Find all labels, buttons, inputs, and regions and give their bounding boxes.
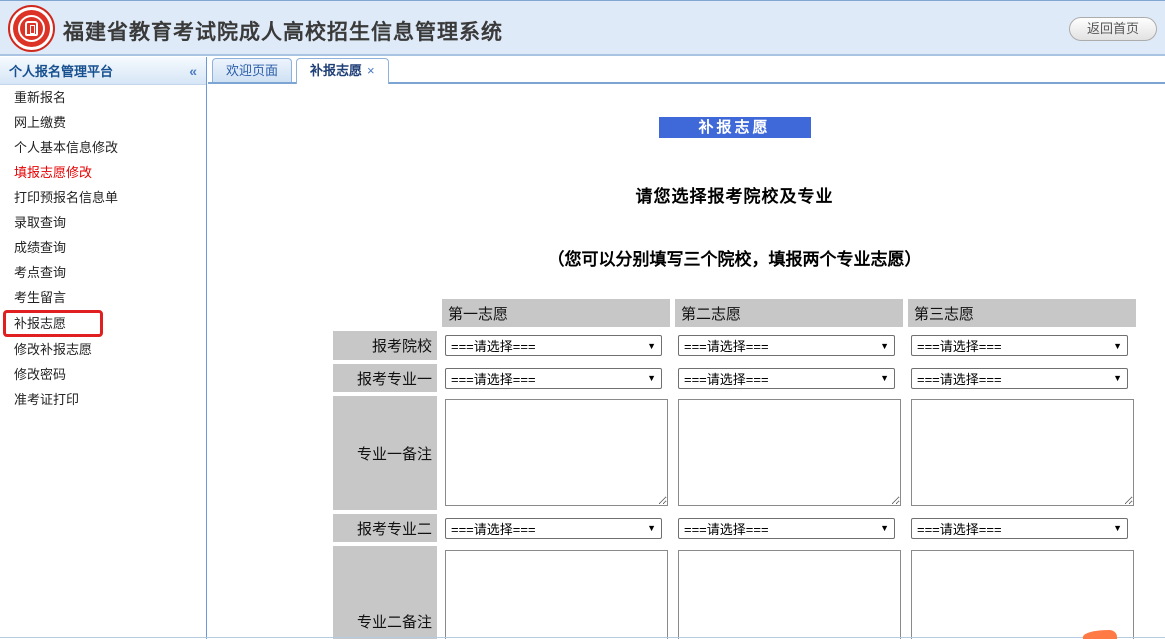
- dropdown-arrow-icon: ▼: [880, 341, 889, 351]
- sidebar-item-reregister[interactable]: 重新报名: [0, 85, 206, 110]
- close-tab-icon[interactable]: ×: [367, 63, 375, 78]
- dropdown-arrow-icon: ▼: [647, 523, 656, 533]
- select-value: ===请选择===: [451, 519, 536, 538]
- select-value: ===请选择===: [917, 336, 1002, 355]
- return-home-button[interactable]: 返回首页: [1069, 17, 1157, 41]
- tab-bar: 欢迎页面 补报志愿 ×: [208, 57, 1165, 84]
- row-label-major2: 报考专业二: [333, 514, 437, 542]
- dropdown-arrow-icon: ▼: [647, 373, 656, 383]
- page-title: 福建省教育考试院成人高校招生信息管理系统: [63, 16, 503, 46]
- sidebar-item-examsite-query[interactable]: 考点查询: [0, 260, 206, 285]
- major2-select-choice-1[interactable]: ===请选择=== ▼: [445, 518, 662, 539]
- dropdown-arrow-icon: ▼: [880, 373, 889, 383]
- tab-welcome-page[interactable]: 欢迎页面: [212, 58, 292, 82]
- dropdown-arrow-icon: ▼: [1113, 373, 1122, 383]
- app-header: 福建省教育考试院成人高校招生信息管理系统 返回首页: [0, 0, 1165, 56]
- major1-remark-textarea-choice-3[interactable]: [911, 399, 1134, 506]
- sidebar-item-edit-supplementary-application[interactable]: 修改补报志愿: [0, 337, 206, 362]
- sidebar-item-change-password[interactable]: 修改密码: [0, 362, 206, 387]
- application-form-table: 第一志愿 第二志愿 第三志愿 报考院校 ===请选择=== ▼ ===请选择===…: [333, 299, 1136, 639]
- row-label-major2-remark: 专业二备注: [333, 546, 437, 639]
- major1-select-choice-1[interactable]: ===请选择=== ▼: [445, 368, 662, 389]
- major2-remark-textarea-choice-3[interactable]: [911, 550, 1134, 639]
- sidebar: 个人报名管理平台 « 重新报名 网上缴费 个人基本信息修改 填报志愿修改 打印预…: [0, 57, 207, 639]
- sidebar-item-print-admission-ticket[interactable]: 准考证打印: [0, 387, 206, 412]
- sidebar-item-print-preregistration-sheet[interactable]: 打印预报名信息单: [0, 185, 206, 210]
- sidebar-menu: 重新报名 网上缴费 个人基本信息修改 填报志愿修改 打印预报名信息单 录取查询 …: [0, 85, 206, 412]
- select-value: ===请选择===: [917, 369, 1002, 388]
- select-value: ===请选择===: [684, 369, 769, 388]
- main-area: 欢迎页面 补报志愿 × 补报志愿 请您选择报考院校及专业 （您可以分别填写三个院校…: [208, 57, 1165, 639]
- form-heading: 请您选择报考院校及专业: [333, 182, 1136, 207]
- major1-remark-textarea-choice-2[interactable]: [678, 399, 901, 506]
- sidebar-title: 个人报名管理平台: [9, 61, 113, 80]
- column-header-second-choice: 第二志愿: [675, 299, 903, 327]
- major2-select-choice-2[interactable]: ===请选择=== ▼: [678, 518, 895, 539]
- sidebar-item-candidate-message[interactable]: 考生留言: [0, 285, 206, 310]
- collapse-sidebar-icon[interactable]: «: [189, 63, 197, 79]
- college-select-choice-1[interactable]: ===请选择=== ▼: [445, 335, 662, 356]
- tab-supplementary-label: 补报志愿: [310, 63, 362, 78]
- tab-welcome-label: 欢迎页面: [226, 63, 278, 78]
- dropdown-arrow-icon: ▼: [647, 341, 656, 351]
- major2-remark-textarea-choice-2[interactable]: [678, 550, 901, 639]
- section-banner: 补报志愿: [659, 117, 811, 138]
- sidebar-item-edit-basic-info[interactable]: 个人基本信息修改: [0, 135, 206, 160]
- dropdown-arrow-icon: ▼: [1113, 341, 1122, 351]
- select-value: ===请选择===: [917, 519, 1002, 538]
- dropdown-arrow-icon: ▼: [1113, 523, 1122, 533]
- major1-remark-textarea-choice-1[interactable]: [445, 399, 668, 506]
- select-value: ===请选择===: [684, 336, 769, 355]
- major2-remark-textarea-choice-1[interactable]: [445, 550, 668, 639]
- column-header-third-choice: 第三志愿: [908, 299, 1136, 327]
- tab-supplementary-application[interactable]: 补报志愿 ×: [296, 58, 389, 84]
- sidebar-item-supplementary-application[interactable]: 补报志愿: [3, 310, 103, 337]
- institution-seal-icon: [8, 5, 55, 52]
- sidebar-item-online-payment[interactable]: 网上缴费: [0, 110, 206, 135]
- select-value: ===请选择===: [451, 336, 536, 355]
- row-label-major1-remark: 专业一备注: [333, 396, 437, 510]
- sidebar-item-edit-application[interactable]: 填报志愿修改: [0, 160, 206, 185]
- major1-select-choice-2[interactable]: ===请选择=== ▼: [678, 368, 895, 389]
- select-value: ===请选择===: [451, 369, 536, 388]
- column-header-first-choice: 第一志愿: [442, 299, 670, 327]
- select-value: ===请选择===: [684, 519, 769, 538]
- row-label-college: 报考院校: [333, 331, 437, 360]
- row-label-major1: 报考专业一: [333, 364, 437, 392]
- major1-select-choice-3[interactable]: ===请选择=== ▼: [911, 368, 1128, 389]
- dropdown-arrow-icon: ▼: [880, 523, 889, 533]
- sidebar-item-admission-query[interactable]: 录取查询: [0, 210, 206, 235]
- sidebar-item-score-query[interactable]: 成绩查询: [0, 235, 206, 260]
- college-select-choice-2[interactable]: ===请选择=== ▼: [678, 335, 895, 356]
- window-bottom-edge: [0, 637, 1165, 638]
- college-select-choice-3[interactable]: ===请选择=== ▼: [911, 335, 1128, 356]
- form-subheading: （您可以分别填写三个院校，填报两个专业志愿）: [333, 245, 1136, 270]
- major2-select-choice-3[interactable]: ===请选择=== ▼: [911, 518, 1128, 539]
- sidebar-header: 个人报名管理平台 «: [0, 57, 206, 85]
- corner-spacer-cell: [333, 299, 437, 327]
- content: 补报志愿 请您选择报考院校及专业 （您可以分别填写三个院校，填报两个专业志愿） …: [208, 84, 1165, 639]
